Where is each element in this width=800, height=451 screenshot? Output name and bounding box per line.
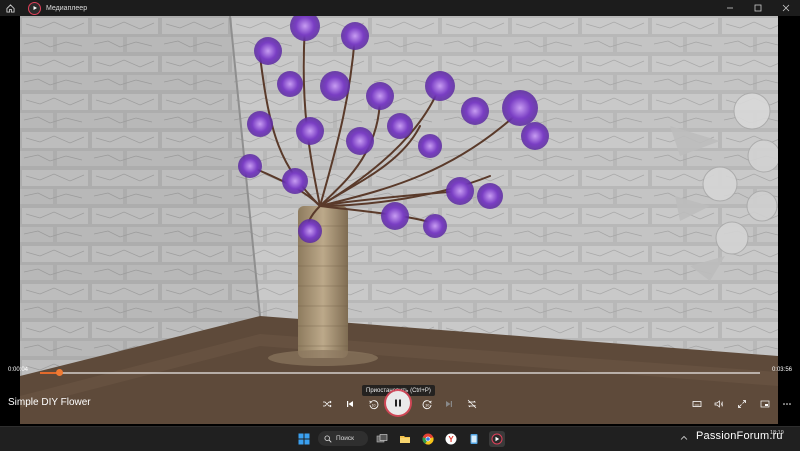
start-button[interactable] — [296, 431, 312, 447]
task-view-button[interactable] — [374, 431, 390, 447]
chrome-button[interactable] — [420, 431, 436, 447]
window-title: Медиаплеер — [46, 4, 88, 12]
seek-thumb[interactable] — [56, 369, 64, 376]
expand-icon — [738, 400, 746, 408]
media-player-app-icon — [28, 1, 41, 15]
rewind-10-button[interactable]: 10 — [365, 396, 381, 412]
watermark: PassionForum.ru — [696, 430, 783, 442]
task-view-icon — [376, 434, 388, 443]
svg-text:10: 10 — [371, 403, 375, 407]
media-title: Simple DIY Flower — [8, 397, 91, 408]
chrome-icon — [422, 433, 434, 445]
taskbar-search[interactable]: Поиск — [318, 431, 368, 446]
captions-button[interactable] — [689, 396, 705, 412]
miniplayer-button[interactable] — [757, 396, 773, 412]
home-icon[interactable] — [0, 0, 20, 16]
forward-30-button[interactable]: 30 — [419, 396, 435, 412]
volume-icon — [714, 400, 724, 408]
media-player-taskbar-button[interactable] — [489, 431, 505, 447]
repeat-off-icon — [467, 399, 477, 409]
current-time: 0:00:04 — [8, 367, 29, 373]
file-explorer-button[interactable] — [397, 431, 413, 447]
rewind-10-icon: 10 — [368, 399, 378, 409]
notepad-button[interactable] — [466, 431, 482, 447]
next-button[interactable] — [441, 396, 457, 412]
miniplayer-icon — [760, 400, 770, 408]
maximize-button[interactable] — [744, 0, 772, 16]
volume-button[interactable] — [711, 396, 727, 412]
notepad-icon — [470, 434, 478, 444]
repeat-button[interactable] — [464, 396, 480, 412]
more-options-button[interactable] — [779, 396, 795, 412]
taskbar: Поиск Y 18:19 — [0, 426, 800, 451]
previous-button[interactable] — [342, 396, 358, 412]
pause-icon — [395, 399, 401, 407]
more-icon — [783, 403, 791, 405]
forward-30-icon: 30 — [422, 399, 432, 409]
skip-previous-icon — [347, 401, 353, 407]
media-player-icon — [491, 433, 503, 445]
chevron-up-icon[interactable] — [680, 434, 688, 442]
captions-icon — [692, 401, 702, 407]
svg-text:Y: Y — [448, 435, 454, 444]
close-button[interactable] — [772, 0, 800, 16]
seek-slider[interactable] — [40, 369, 760, 376]
search-icon — [324, 435, 332, 443]
title-bar: Медиаплеер — [0, 0, 800, 16]
folder-icon — [400, 436, 410, 443]
yandex-browser-button[interactable]: Y — [443, 431, 459, 447]
minimize-button[interactable] — [716, 0, 744, 16]
total-time: 0:03:56 — [771, 367, 792, 373]
search-label: Поиск — [336, 435, 355, 442]
yandex-icon: Y — [445, 433, 457, 445]
skip-next-icon — [446, 401, 452, 407]
seek-bar-area: 0:00:04 0:03:56 — [0, 362, 800, 382]
svg-text:30: 30 — [425, 403, 429, 407]
fullscreen-button[interactable] — [734, 396, 750, 412]
shuffle-icon — [323, 400, 332, 408]
shuffle-button[interactable] — [319, 396, 335, 412]
pause-button[interactable] — [386, 391, 410, 415]
windows-start-icon — [298, 433, 310, 445]
